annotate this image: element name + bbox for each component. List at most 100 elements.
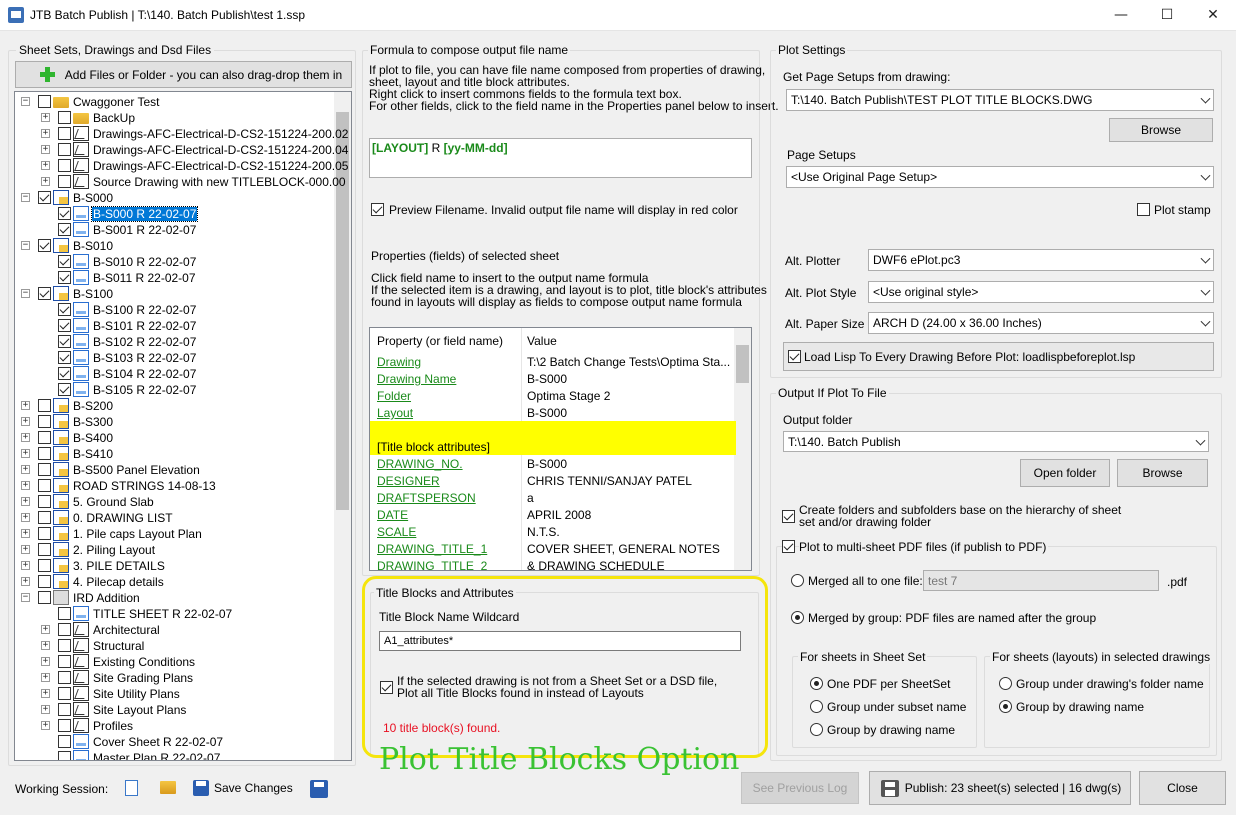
tree-item[interactable]: B-S101 R 22-02-07 (15, 318, 337, 334)
tree-item-checkbox[interactable] (38, 527, 51, 540)
merged-all-filename-input[interactable]: test 7 (923, 570, 1159, 591)
tree-item-checkbox[interactable] (38, 399, 51, 412)
property-name-link[interactable]: DRAFTSPERSON (377, 491, 476, 505)
tree-item-checkbox[interactable] (38, 415, 51, 428)
tree-item-checkbox[interactable] (38, 239, 51, 252)
expand-icon[interactable]: + (21, 529, 30, 538)
tree-item[interactable]: − B-S010 (15, 238, 337, 254)
property-name-link[interactable]: DRAWING_TITLE_1 (377, 542, 487, 556)
tree-item[interactable]: +3. PILE DETAILS (15, 558, 337, 574)
expand-icon[interactable]: + (41, 641, 50, 650)
tree-item-checkbox[interactable] (58, 319, 71, 332)
tree-item-checkbox[interactable] (58, 207, 71, 220)
tree-item[interactable]: + Drawings-AFC-Electrical-D-CS2-151224-20… (15, 158, 348, 174)
tree-item-checkbox[interactable] (58, 223, 71, 236)
tree-item[interactable]: + ROAD STRINGS 14-08-13 (15, 478, 337, 494)
tree-item-checkbox[interactable] (58, 623, 71, 636)
tree-item-checkbox[interactable] (58, 335, 71, 348)
property-name-link[interactable]: [Title block attributes] (377, 440, 490, 454)
tree-item[interactable]: + B-S200 (15, 398, 337, 414)
see-previous-log-button[interactable]: See Previous Log (741, 772, 859, 804)
property-name-link[interactable]: SCALE (377, 525, 416, 539)
tree-item-checkbox[interactable] (58, 607, 71, 620)
collapse-icon[interactable]: − (21, 593, 30, 602)
expand-icon[interactable]: + (41, 673, 50, 682)
group-under-folder-radio[interactable] (999, 677, 1012, 690)
properties-table[interactable]: Property (or field name) Value Drawing T:… (369, 327, 752, 571)
publish-button[interactable]: Publish: 23 sheet(s) selected | 16 dwg(s… (869, 771, 1131, 805)
tree-item[interactable]: + B-S300 (15, 414, 337, 430)
preview-filename-checkbox[interactable] (371, 203, 384, 216)
dwg-group-by-drawing-name-radio[interactable] (999, 700, 1012, 713)
expand-icon[interactable]: + (41, 689, 50, 698)
property-name-link[interactable]: DRAWING_TITLE_2 (377, 559, 487, 570)
add-files-button[interactable]: Add Files or Folder - you can also drag-… (15, 61, 352, 88)
output-folder-dropdown[interactable]: T:\140. Batch Publish (783, 431, 1209, 452)
tree-item-checkbox[interactable] (58, 639, 71, 652)
tree-item[interactable]: B-S103 R 22-02-07 (15, 350, 337, 366)
alt-paper-size-dropdown[interactable]: ARCH D (24.00 x 36.00 Inches) (868, 312, 1214, 334)
tree-item-checkbox[interactable] (58, 255, 71, 268)
group-under-subset-radio[interactable] (810, 700, 823, 713)
expand-icon[interactable]: + (41, 113, 50, 122)
tree-item[interactable]: TITLE SHEET R 22-02-07 (15, 606, 337, 622)
tree-item[interactable]: B-S011 R 22-02-07 (15, 270, 337, 286)
table-row[interactable]: Layout B-S000 (370, 404, 736, 421)
alt-plotter-dropdown[interactable]: DWF6 ePlot.pc3 (868, 249, 1214, 271)
tree-item-checkbox[interactable] (58, 143, 71, 156)
create-folders-checkbox[interactable] (782, 510, 795, 523)
expand-icon[interactable]: + (21, 513, 30, 522)
save-icon[interactable] (193, 780, 209, 796)
tree-item[interactable]: + Profiles (15, 718, 337, 734)
tree-item[interactable]: B-S100 R 22-02-07 (15, 302, 337, 318)
table-row[interactable]: DRAWING_NO. B-S000 (370, 455, 736, 472)
table-row[interactable]: [Title block attributes] (370, 438, 736, 455)
tree-item-checkbox[interactable] (38, 495, 51, 508)
expand-icon[interactable]: + (21, 545, 30, 554)
expand-icon[interactable]: + (41, 129, 50, 138)
tree-item[interactable]: + Source Drawing with new TITLEBLOCK-000.… (15, 174, 346, 190)
tree-item[interactable]: Master Plan R 22-02-07 (15, 750, 337, 760)
save-changes-label[interactable]: Save Changes (214, 781, 293, 795)
tree-item-checkbox[interactable] (58, 303, 71, 316)
property-name-link[interactable]: Folder (377, 389, 411, 403)
table-row[interactable]: Drawing T:\2 Batch Change Tests\Optima St… (370, 353, 736, 370)
tree-item-checkbox[interactable] (38, 511, 51, 524)
property-name-link[interactable]: Drawing Name (377, 372, 456, 386)
tree-item[interactable]: + Site Utility Plans (15, 686, 337, 702)
formula-input[interactable]: [LAYOUT] R [yy-MM-dd] (369, 138, 752, 178)
expand-icon[interactable]: + (41, 721, 50, 730)
tree-item-checkbox[interactable] (38, 95, 51, 108)
expand-icon[interactable]: + (21, 481, 30, 490)
expand-icon[interactable]: + (41, 161, 50, 170)
collapse-icon[interactable]: − (21, 241, 30, 250)
table-row[interactable]: SCALE N.T.S. (370, 523, 736, 540)
table-row[interactable] (370, 421, 736, 438)
tree-item[interactable]: + Structural (15, 638, 337, 654)
properties-scrollbar[interactable] (734, 328, 751, 570)
tree-item[interactable]: +2. Piling Layout (15, 542, 337, 558)
tree-item-checkbox[interactable] (58, 175, 71, 188)
expand-icon[interactable]: + (21, 561, 30, 570)
load-lisp-checkbox[interactable] (788, 350, 801, 363)
table-row[interactable]: DRAFTSPERSON a (370, 489, 736, 506)
tree-item[interactable]: B-S001 R 22-02-07 (15, 222, 337, 238)
expand-icon[interactable]: + (21, 497, 30, 506)
merged-by-group-radio[interactable] (791, 611, 804, 624)
tree-item-checkbox[interactable] (58, 703, 71, 716)
close-window-icon[interactable]: ✕ (1190, 0, 1236, 31)
page-setups-from-dropdown[interactable]: T:\140. Batch Publish\TEST PLOT TITLE BL… (786, 89, 1214, 111)
tree-item[interactable]: +0. DRAWING LIST (15, 510, 337, 526)
collapse-icon[interactable]: − (21, 97, 30, 106)
tree-item[interactable]: + B-S410 (15, 446, 337, 462)
tree-item[interactable]: + BackUp (15, 110, 337, 126)
tree-item-checkbox[interactable] (58, 111, 71, 124)
tree-item-checkbox[interactable] (58, 719, 71, 732)
tree-item-checkbox[interactable] (58, 735, 71, 748)
tree-item[interactable]: +4. Pilecap details (15, 574, 337, 590)
expand-icon[interactable]: + (41, 625, 50, 634)
multi-pdf-checkbox[interactable] (782, 540, 795, 553)
expand-icon[interactable]: + (21, 449, 30, 458)
group-by-drawing-name-radio[interactable] (810, 723, 823, 736)
tree-item[interactable]: − IRD Addition (15, 590, 337, 606)
